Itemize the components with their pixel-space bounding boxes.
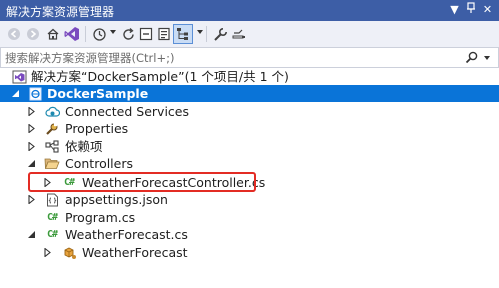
dependencies-label: 依赖项 xyxy=(65,139,103,154)
collapse-all-icon[interactable] xyxy=(137,25,155,43)
search-options-dropdown-arrow[interactable] xyxy=(484,56,490,60)
weatherforecast-file-label: WeatherForecast.cs xyxy=(65,227,188,242)
show-all-files-icon[interactable] xyxy=(155,25,173,43)
connected-services-label: Connected Services xyxy=(65,104,189,119)
expanded-arrow-icon[interactable] xyxy=(27,230,36,239)
collapsed-arrow-icon[interactable] xyxy=(27,124,36,133)
collapsed-arrow-icon[interactable] xyxy=(27,195,36,204)
window-title: 解决方案资源管理器 xyxy=(6,5,115,19)
toolbar-separator xyxy=(206,26,207,42)
collapsed-arrow-icon[interactable] xyxy=(43,248,52,257)
refresh-icon[interactable] xyxy=(119,25,137,43)
sync-with-active-document-icon[interactable] xyxy=(173,24,193,44)
search-bar xyxy=(0,47,499,68)
project-label: DockerSample xyxy=(47,86,149,101)
solution-icon xyxy=(11,69,27,84)
properties-label: Properties xyxy=(65,121,129,136)
search-input[interactable] xyxy=(1,48,461,67)
connected-services-icon xyxy=(44,104,60,119)
tree-item-properties[interactable]: Properties xyxy=(0,120,499,137)
history-icon[interactable] xyxy=(90,25,108,43)
properties-icon[interactable] xyxy=(211,25,229,43)
back-icon[interactable] xyxy=(5,25,23,43)
open-folder-icon xyxy=(44,156,60,171)
tree-item-project[interactable]: DockerSample xyxy=(0,85,499,102)
preview-selected-items-icon[interactable] xyxy=(229,25,247,43)
window-position-dropdown[interactable]: ▼ xyxy=(447,2,462,18)
dependencies-icon xyxy=(44,139,60,154)
auto-hide-pin-icon[interactable] xyxy=(463,2,478,18)
annotation-highlight-box xyxy=(28,172,256,192)
tree-item-appsettings-file[interactable]: appsettings.json xyxy=(0,191,499,208)
properties-wrench-icon xyxy=(44,121,60,136)
toolbar-separator xyxy=(85,26,86,42)
close-icon[interactable]: ✕ xyxy=(480,2,495,18)
csharp-file-icon: C# xyxy=(46,212,58,223)
search-icon[interactable] xyxy=(463,49,480,66)
controllers-label: Controllers xyxy=(65,156,133,171)
solution-label: 解决方案“DockerSample”(1 个项目/共 1 个) xyxy=(31,69,289,84)
view-dropdown-arrow[interactable] xyxy=(197,30,203,34)
expanded-arrow-icon[interactable] xyxy=(27,159,36,168)
solution-explorer-toolbar xyxy=(0,21,499,48)
tree-item-program-file[interactable]: C# Program.cs xyxy=(0,209,499,226)
collapsed-arrow-icon[interactable] xyxy=(27,107,36,116)
tree-item-weatherforecast-file[interactable]: C# WeatherForecast.cs xyxy=(0,226,499,243)
tree-item-solution[interactable]: 解决方案“DockerSample”(1 个项目/共 1 个) xyxy=(0,68,499,85)
collapsed-arrow-icon[interactable] xyxy=(27,142,36,151)
expanded-arrow-icon[interactable] xyxy=(11,89,20,98)
json-file-icon xyxy=(44,192,60,207)
forward-icon[interactable] xyxy=(24,25,42,43)
history-dropdown-arrow[interactable] xyxy=(110,30,116,34)
appsettings-label: appsettings.json xyxy=(65,192,168,207)
window-titlebar: 解决方案资源管理器 ▼ ✕ xyxy=(0,0,499,21)
tree-item-controllers-folder[interactable]: Controllers xyxy=(0,155,499,172)
vs-icon[interactable] xyxy=(63,25,81,43)
csharp-file-icon: C# xyxy=(46,229,58,240)
class-icon xyxy=(61,245,77,260)
home-icon[interactable] xyxy=(44,25,62,43)
csharp-project-icon xyxy=(27,86,43,101)
tree-item-connected-services[interactable]: Connected Services xyxy=(0,103,499,120)
tree-item-dependencies[interactable]: 依赖项 xyxy=(0,138,499,155)
weatherforecast-class-label: WeatherForecast xyxy=(82,245,188,260)
tree-item-weatherforecast-class[interactable]: WeatherForecast xyxy=(0,244,499,261)
program-label: Program.cs xyxy=(65,210,136,225)
